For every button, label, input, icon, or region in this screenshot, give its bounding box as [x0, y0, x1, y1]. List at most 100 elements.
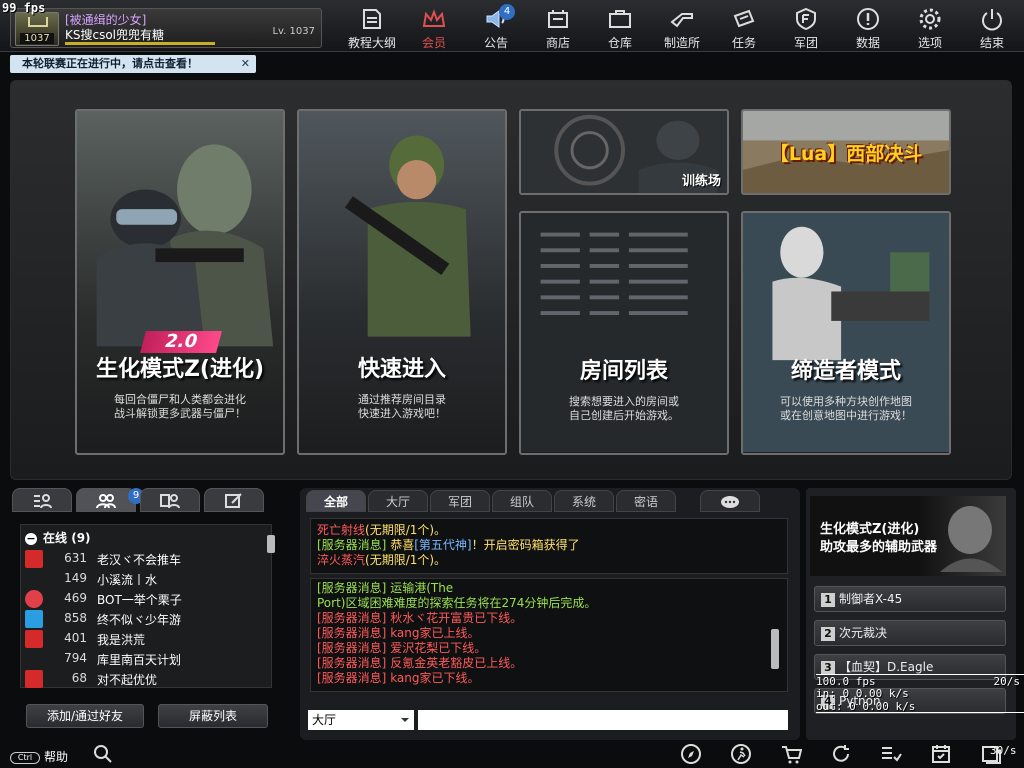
friend-list-scrollbar[interactable] [267, 535, 275, 553]
menu-clan[interactable]: 军团 [777, 4, 835, 50]
friend-row[interactable]: 469 BOT一举个栗子 [25, 589, 265, 609]
runner-icon [731, 744, 751, 764]
refresh-button[interactable] [828, 742, 854, 766]
version-badge: 2.0 [140, 331, 222, 353]
mode-desc: 搜索想要进入的房间或 自己创建后开始游戏。 [569, 395, 679, 422]
chat-tab-team[interactable]: 组队 [492, 490, 552, 512]
lua-event-card[interactable]: 【Lua】西部决斗 [741, 109, 951, 195]
add-friend-button[interactable]: 添加/通过好友 [26, 704, 144, 728]
training-label: 训练场 [681, 174, 721, 189]
menu-tutorial[interactable]: 教程大纲 [343, 4, 401, 50]
chat-tab-lobby[interactable]: 大厅 [368, 490, 428, 512]
gear-icon [919, 8, 941, 30]
friend-name: 小溪流丨水 [97, 573, 158, 587]
friend-row[interactable]: 858 终不似ヾ少年游 [25, 609, 265, 629]
clan-user-icon [160, 494, 180, 509]
fps-overlay: 99 fps [2, 1, 46, 15]
friend-row[interactable]: 149 小溪流丨水 [25, 569, 265, 589]
chat-tab-system[interactable]: 系统 [554, 490, 614, 512]
list-user-icon [34, 494, 52, 509]
mode-title: 缔造者模式 [790, 359, 901, 384]
weapon-item[interactable]: 1 制御者X-45 [814, 586, 1006, 612]
friend-name: 老汉ヾ不会推车 [97, 553, 182, 567]
profile-panel[interactable]: 1037 [被通缉的少女] KS搜csol兜兜有糖 Lv. 1037 [10, 8, 322, 48]
chat-tab-emote[interactable] [700, 490, 760, 512]
menu-craft[interactable]: 制造所 [653, 4, 711, 50]
mode-card-room-list[interactable]: 房间列表 搜索想要进入的房间或 自己创建后开始游戏。 [519, 211, 729, 455]
checklist-button[interactable] [878, 742, 904, 766]
compass-button[interactable] [678, 742, 704, 766]
friend-level: 858 [64, 611, 87, 625]
friend-row[interactable]: 794 库里南百天计划 [25, 649, 265, 669]
training-card[interactable]: 训练场 [519, 109, 729, 195]
blank [25, 650, 43, 668]
menu-vip[interactable]: 会员 [405, 4, 463, 50]
friends-icon [96, 494, 116, 509]
top-bar: 1037 [被通缉的少女] KS搜csol兜兜有糖 Lv. 1037 教程大纲 … [0, 0, 1024, 52]
friend-row[interactable]: 401 我是洪荒 [25, 629, 265, 649]
checklist-icon [882, 747, 902, 762]
friend-row[interactable]: 631 老汉ヾ不会推车 [25, 549, 265, 569]
craft-icon [670, 13, 693, 28]
friend-name: 终不似ヾ少年游 [97, 613, 182, 627]
close-icon[interactable]: ✕ [241, 55, 250, 73]
friend-level: 469 [64, 591, 87, 605]
tab-clan-friends[interactable] [140, 488, 200, 512]
weapon-item[interactable]: 2 次元裁决 [814, 620, 1006, 646]
block-list-button[interactable]: 屏蔽列表 [158, 704, 268, 728]
weapon-promo[interactable]: 生化模式Z(进化) 助攻最多的辅助武器 [810, 496, 1006, 576]
menu-vip-label: 会员 [421, 36, 446, 50]
promo-line1: 生化模式Z(进化) [820, 522, 920, 537]
online-group-header[interactable]: − 在线 (9) [25, 529, 91, 546]
cart-button[interactable] [778, 742, 804, 766]
menu-inventory[interactable]: 仓库 [591, 4, 649, 50]
mode-card-quick-join[interactable]: 快速进入 通过推荐房间目录 快速进入游戏吧！ [297, 109, 507, 455]
search-button[interactable] [90, 742, 116, 766]
mode-card-creator[interactable]: 缔造者模式 可以使用多种方块创作地图 或在创意地图中进行游戏！ [741, 211, 951, 455]
friend-row[interactable]: 68 对不起优优 [25, 669, 265, 689]
friend-name: 对不起优优 [97, 673, 158, 687]
menu-shop-label: 商店 [545, 36, 570, 50]
blank [25, 570, 43, 588]
help-button[interactable]: Ctrl 帮助 [10, 748, 68, 765]
chat-tab-all[interactable]: 全部 [306, 490, 366, 512]
menu-options-label: 选项 [917, 36, 942, 50]
chat-tab-clan[interactable]: 军团 [430, 490, 490, 512]
chat-line: [服务器消息] 爱沢花梨已下线。 [317, 641, 487, 655]
player-name: KS搜csol兜兜有糖 [65, 28, 165, 42]
friend-name: 库里南百天计划 [97, 653, 182, 667]
tab-edit[interactable] [204, 488, 264, 512]
friend-level: 401 [64, 631, 87, 645]
heart-icon [25, 590, 43, 608]
friend-name: 我是洪荒 [97, 633, 146, 647]
league-notice[interactable]: 本轮联赛正在进行中，请点击查看！ ✕ [10, 55, 256, 73]
menu-mission-label: 任务 [731, 36, 756, 50]
menu-shop[interactable]: 商店 [529, 4, 587, 50]
menu-options[interactable]: 选项 [901, 4, 959, 50]
channel-select[interactable]: 大厅 [308, 710, 414, 730]
chat-pinned-box: 死亡射线(无期限/1个)。 [服务器消息] 恭喜[第五代神]！开启密码箱获得了 淬火… [310, 518, 788, 574]
run-button[interactable] [728, 742, 754, 766]
tab-friend-list[interactable] [12, 488, 72, 512]
friend-level: 149 [64, 571, 87, 585]
mode-title: 房间列表 [579, 359, 668, 384]
menu-stats[interactable]: 数据 [839, 4, 897, 50]
rank-a-icon [25, 670, 43, 688]
mode-title: 生化模式Z(进化) [95, 357, 265, 382]
chat-scrollbar[interactable] [771, 629, 779, 669]
friend-level: 68 [71, 671, 87, 685]
menu-exit[interactable]: 结束 [963, 4, 1021, 50]
mode-desc: 每回合僵尸和人类都会进化 战斗解锁更多武器与僵尸！ [114, 393, 246, 420]
menu-announcement[interactable]: 4 公告 [467, 4, 525, 50]
mode-card-zombie[interactable]: 2.0 生化模式Z(进化) 每回合僵尸和人类都会进化 战斗解锁更多武器与僵尸！ [75, 109, 285, 455]
mode-panel: 2.0 生化模式Z(进化) 每回合僵尸和人类都会进化 战斗解锁更多武器与僵尸！ 快… [10, 80, 1012, 480]
chat-line: [服务器消息] kang家已上线。 [317, 626, 480, 640]
chat-tab-whisper[interactable]: 密语 [616, 490, 676, 512]
promo-line2: 助攻最多的辅助武器 [820, 540, 938, 555]
calendar-button[interactable] [928, 742, 954, 766]
friends-panel: 9 − 在线 (9) 631 老汉ヾ不会推车 149 小溪流丨水 469 BOT一举个栗子 8… [10, 488, 290, 740]
chat-input[interactable] [418, 710, 788, 730]
menu-mission[interactable]: 任务 [715, 4, 773, 50]
tab-friends-online[interactable] [76, 488, 136, 512]
chat-line: 死亡射线(无期限/1个)。 [317, 523, 447, 537]
